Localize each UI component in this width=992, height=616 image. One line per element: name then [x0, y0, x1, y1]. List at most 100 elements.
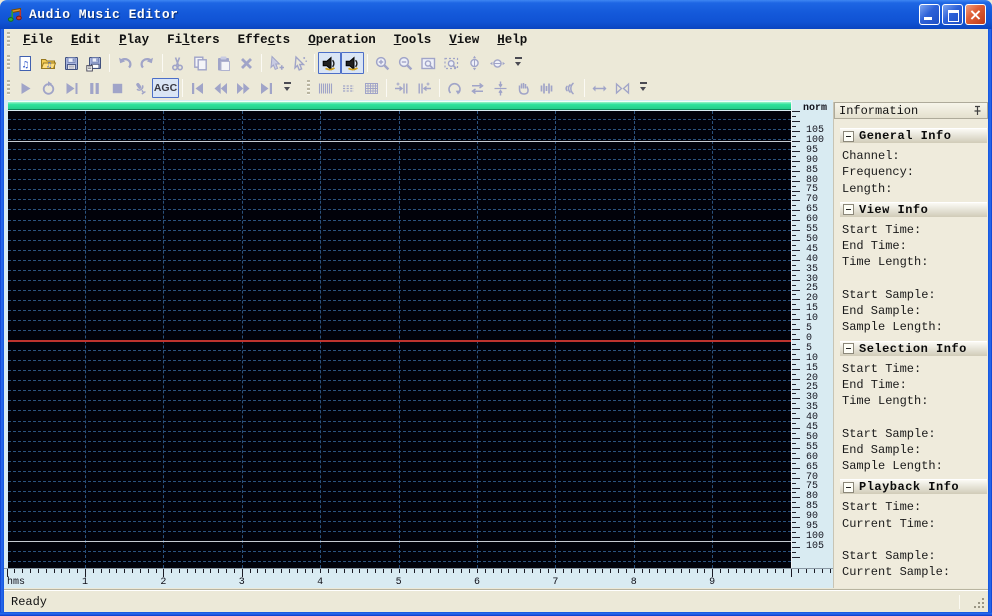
waveform-display[interactable] — [8, 111, 791, 568]
scale-tick — [792, 289, 800, 291]
echo-button[interactable] — [558, 77, 581, 99]
info-section-header: Selection Info — [840, 340, 987, 356]
toolbar-gripper[interactable] — [7, 55, 10, 71]
grab-icon — [515, 80, 532, 97]
zoom-vertical-out-button[interactable] — [486, 52, 509, 74]
pause-button[interactable] — [83, 77, 106, 99]
save-as-button[interactable] — [83, 52, 106, 74]
collapse-minus-icon[interactable] — [843, 130, 854, 142]
menu-operation[interactable]: Operation — [299, 31, 385, 49]
right-channel-button[interactable] — [341, 52, 364, 74]
scale-tick — [792, 111, 800, 113]
record-button[interactable] — [129, 77, 152, 99]
stretch-button[interactable] — [588, 77, 611, 99]
zoom-out-button[interactable] — [394, 52, 417, 74]
ruler-number: 9 — [709, 577, 716, 588]
restore-button[interactable] — [942, 4, 963, 25]
menu-help[interactable]: Help — [488, 31, 536, 49]
toolbar-gripper[interactable] — [7, 80, 10, 96]
paste-button[interactable] — [212, 52, 235, 74]
snap-left-button[interactable] — [390, 77, 413, 99]
save-button[interactable] — [60, 52, 83, 74]
scale-tick — [792, 512, 796, 514]
minimize-button[interactable] — [919, 4, 940, 25]
undo-icon — [116, 55, 133, 72]
collapse-minus-icon[interactable] — [843, 343, 854, 355]
menu-gripper[interactable] — [7, 31, 10, 48]
scale-tick — [792, 145, 796, 147]
center-wave-button[interactable] — [489, 77, 512, 99]
swap-channels-button[interactable] — [466, 77, 489, 99]
sample-ruler-button[interactable] — [337, 77, 360, 99]
select-add-button[interactable] — [265, 52, 288, 74]
menu-effects[interactable]: Effects — [229, 31, 300, 49]
toolbar-overflow-icon[interactable] — [281, 79, 294, 97]
menu-edit[interactable]: Edit — [62, 31, 110, 49]
time-ruler[interactable]: hms 1 2 3 4 5 6 7 8 9 — [4, 568, 833, 588]
toolbar-gripper[interactable] — [307, 80, 310, 96]
zoom-window-button[interactable] — [417, 52, 440, 74]
window-border — [0, 29, 4, 616]
grid-button[interactable] — [360, 77, 383, 99]
agc-button[interactable]: AGC — [152, 78, 179, 98]
menu-play[interactable]: Play — [110, 31, 158, 49]
zoom-in-button[interactable] — [371, 52, 394, 74]
new-audio-file-button[interactable]: ♫ — [14, 52, 37, 74]
ruler-tick — [547, 569, 549, 573]
close-button[interactable] — [965, 4, 986, 25]
toolbar-row2: AGC — [4, 76, 988, 100]
wave-zone: norm 105 100 95 90 85 80 75 70 65 60 55 50 45 40 35 30 2… — [4, 100, 833, 588]
zoom-vertical-in-button[interactable] — [463, 52, 486, 74]
snap-right-button[interactable] — [413, 77, 436, 99]
overview-bar[interactable] — [8, 101, 791, 110]
scale-tick — [792, 408, 800, 410]
collapse-minus-icon[interactable] — [843, 204, 854, 216]
ruler-tick — [312, 569, 314, 573]
scale-tick — [792, 319, 800, 321]
go-end-button[interactable] — [255, 77, 278, 99]
grab-button[interactable] — [512, 77, 535, 99]
cut-button[interactable] — [166, 52, 189, 74]
reverse-button[interactable] — [443, 77, 466, 99]
select-tool-icon — [291, 54, 308, 72]
rewind-button[interactable] — [209, 77, 232, 99]
amplitude-bars-icon — [538, 80, 555, 97]
toolbar-separator — [439, 79, 440, 97]
toolbar-overflow-icon[interactable] — [637, 79, 650, 97]
loop-play-button[interactable] — [37, 77, 60, 99]
ruler-tick — [100, 569, 102, 573]
ruler-tick — [218, 569, 220, 573]
ruler-tick — [233, 569, 235, 573]
left-channel-button[interactable] — [318, 52, 341, 74]
menu-file[interactable]: File — [14, 31, 62, 49]
go-start-button[interactable] — [186, 77, 209, 99]
toolbar-overflow-icon[interactable] — [512, 54, 525, 72]
menu-filters[interactable]: Filters — [158, 31, 229, 49]
copy-button[interactable] — [189, 52, 212, 74]
resize-grip[interactable] — [982, 606, 984, 608]
zoom-selection-button[interactable] — [440, 52, 463, 74]
stop-button[interactable] — [106, 77, 129, 99]
play-button[interactable] — [14, 77, 37, 99]
fast-forward-button[interactable] — [232, 77, 255, 99]
shrink-button[interactable] — [611, 77, 634, 99]
time-ruler-button[interactable] — [314, 77, 337, 99]
undo-button[interactable] — [113, 52, 136, 74]
toolbar-separator — [261, 54, 262, 72]
amplitude-bars-button[interactable] — [535, 77, 558, 99]
menu-tools[interactable]: Tools — [385, 31, 441, 49]
ruler-tick — [61, 569, 63, 573]
redo-button[interactable] — [136, 52, 159, 74]
scale-tick — [792, 551, 796, 553]
delete-button[interactable] — [235, 52, 258, 74]
play-all-button[interactable] — [60, 77, 83, 99]
scale-tick — [792, 457, 800, 459]
scale-tick — [792, 492, 796, 494]
menu-view[interactable]: View — [440, 31, 488, 49]
pin-icon[interactable] — [972, 105, 983, 116]
collapse-minus-icon[interactable] — [843, 481, 854, 493]
ruler-tick — [335, 569, 337, 573]
select-tool-button[interactable] — [288, 52, 311, 74]
open-file-button[interactable]: ♫ — [37, 52, 60, 74]
